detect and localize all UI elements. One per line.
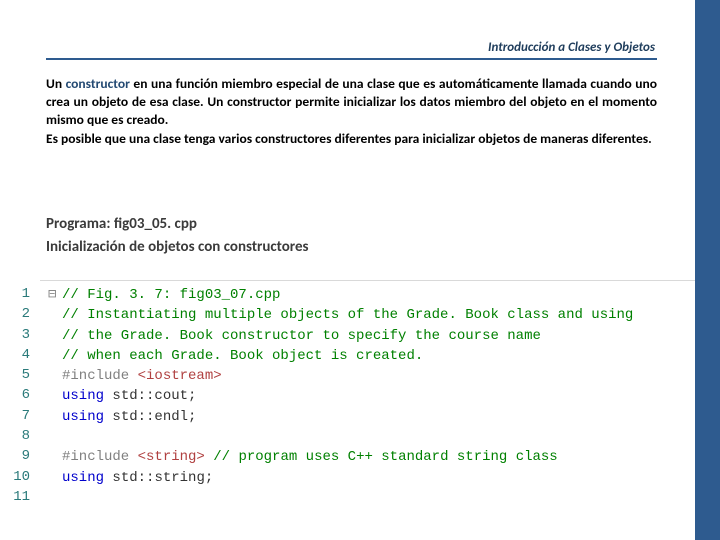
code-line: using std::cout; <box>48 386 695 406</box>
fold-icon <box>48 305 62 325</box>
slide-sidebar <box>695 0 720 540</box>
code-token: #include <box>62 449 138 465</box>
header-underline <box>46 58 657 60</box>
code-token: // Fig. 3. 7: fig03_07.cpp <box>62 287 280 303</box>
code-line <box>48 488 695 508</box>
fold-icon <box>48 346 62 366</box>
fold-icon <box>48 427 62 447</box>
code-token: using <box>62 388 104 404</box>
code-token: <string> <box>138 449 205 465</box>
code-token: // the Grade. Book constructor to specif… <box>62 328 541 344</box>
fold-icon <box>48 447 62 467</box>
fold-icon <box>48 326 62 346</box>
code-line: #include <string> // program uses C++ st… <box>48 447 695 467</box>
fold-icon <box>48 407 62 427</box>
code-line: using std::endl; <box>48 407 695 427</box>
body-text: Un constructor en una función miembro es… <box>46 75 657 148</box>
code-line: using std::string; <box>48 468 695 488</box>
page-header: Introducción a Clases y Objetos <box>488 40 655 55</box>
code-line: // the Grade. Book constructor to specif… <box>48 326 695 346</box>
code-token: #include <box>62 368 138 384</box>
code-token: <iostream> <box>138 368 222 384</box>
code-content: ⊟// Fig. 3. 7: fig03_07.cpp // Instantia… <box>40 280 695 512</box>
line-number: 1 <box>0 284 30 304</box>
code-token: std::endl; <box>104 409 196 425</box>
fold-icon <box>48 488 62 508</box>
code-block: 1234567891011 ⊟// Fig. 3. 7: fig03_07.cp… <box>0 280 695 512</box>
line-number: 3 <box>0 325 30 345</box>
line-number: 6 <box>0 385 30 405</box>
fold-icon <box>48 468 62 488</box>
program-subtitle: Inicialización de objetos con constructo… <box>46 238 309 256</box>
line-number: 2 <box>0 304 30 324</box>
program-title: Programa: fig03_05. cpp <box>46 215 197 233</box>
code-gutter: 1234567891011 <box>0 280 40 512</box>
line-number: 11 <box>0 487 30 507</box>
code-token: // Instantiating multiple objects of the… <box>62 307 633 323</box>
line-number: 8 <box>0 426 30 446</box>
code-line: // when each Grade. Book object is creat… <box>48 346 695 366</box>
line-number: 10 <box>0 467 30 487</box>
fold-icon <box>48 386 62 406</box>
code-token: using <box>62 409 104 425</box>
code-token: // program uses C++ standard string clas… <box>213 449 557 465</box>
para2: Es posible que una clase tenga varios co… <box>46 130 652 147</box>
code-line: ⊟// Fig. 3. 7: fig03_07.cpp <box>48 285 695 305</box>
term-constructor: constructor <box>66 75 130 92</box>
para1-pre: Un <box>46 75 66 92</box>
code-token: std::cout; <box>104 388 196 404</box>
code-line: // Instantiating multiple objects of the… <box>48 305 695 325</box>
fold-icon <box>48 366 62 386</box>
code-token: ; <box>205 470 213 486</box>
code-token <box>205 449 213 465</box>
fold-icon: ⊟ <box>48 285 62 305</box>
line-number: 5 <box>0 365 30 385</box>
code-line <box>48 427 695 447</box>
code-token: string <box>154 470 204 486</box>
code-token: // when each Grade. Book object is creat… <box>62 348 423 364</box>
slide: Introducción a Clases y Objetos Un const… <box>0 0 695 540</box>
line-number: 9 <box>0 446 30 466</box>
code-token: std:: <box>104 470 154 486</box>
line-number: 4 <box>0 345 30 365</box>
para1-post: en una función miembro especial de una c… <box>46 75 657 128</box>
code-line: #include <iostream> <box>48 366 695 386</box>
code-token: using <box>62 470 104 486</box>
line-number: 7 <box>0 406 30 426</box>
